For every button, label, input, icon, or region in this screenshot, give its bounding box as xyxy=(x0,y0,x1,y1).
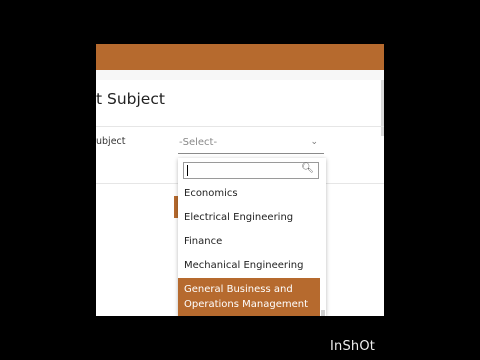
app-screen: t Subject ubject -Select- ⌄ 🔍︎ Economics… xyxy=(96,44,384,316)
app-header-bar xyxy=(96,44,384,70)
dropdown-search-input[interactable]: 🔍︎ xyxy=(183,162,319,179)
text-caret xyxy=(187,165,188,176)
subject-select-value: -Select- xyxy=(179,137,218,148)
dropdown-option-selected[interactable]: General Business and Operations Manageme… xyxy=(178,278,320,316)
watermark-logo: InShOt xyxy=(330,339,376,354)
page-scrollbar[interactable] xyxy=(381,80,384,136)
subject-field-label: ubject xyxy=(96,136,126,147)
search-icon: 🔍︎ xyxy=(301,163,314,174)
dropdown-scrollbar[interactable] xyxy=(321,310,325,316)
dropdown-options-list: Economics Electrical Engineering Finance… xyxy=(178,182,320,316)
dropdown-option[interactable]: Mechanical Engineering xyxy=(178,254,320,278)
subject-select[interactable]: -Select- ⌄ xyxy=(178,136,324,154)
header-spacer xyxy=(96,70,384,80)
subject-dropdown: 🔍︎ Economics Electrical Engineering Fina… xyxy=(178,158,326,316)
divider xyxy=(96,126,384,127)
dropdown-option[interactable]: Finance xyxy=(178,230,320,254)
dropdown-option[interactable]: Electrical Engineering xyxy=(178,206,320,230)
page-title: t Subject xyxy=(96,90,165,108)
chevron-down-icon: ⌄ xyxy=(310,137,318,147)
dropdown-option[interactable]: Economics xyxy=(178,182,320,206)
